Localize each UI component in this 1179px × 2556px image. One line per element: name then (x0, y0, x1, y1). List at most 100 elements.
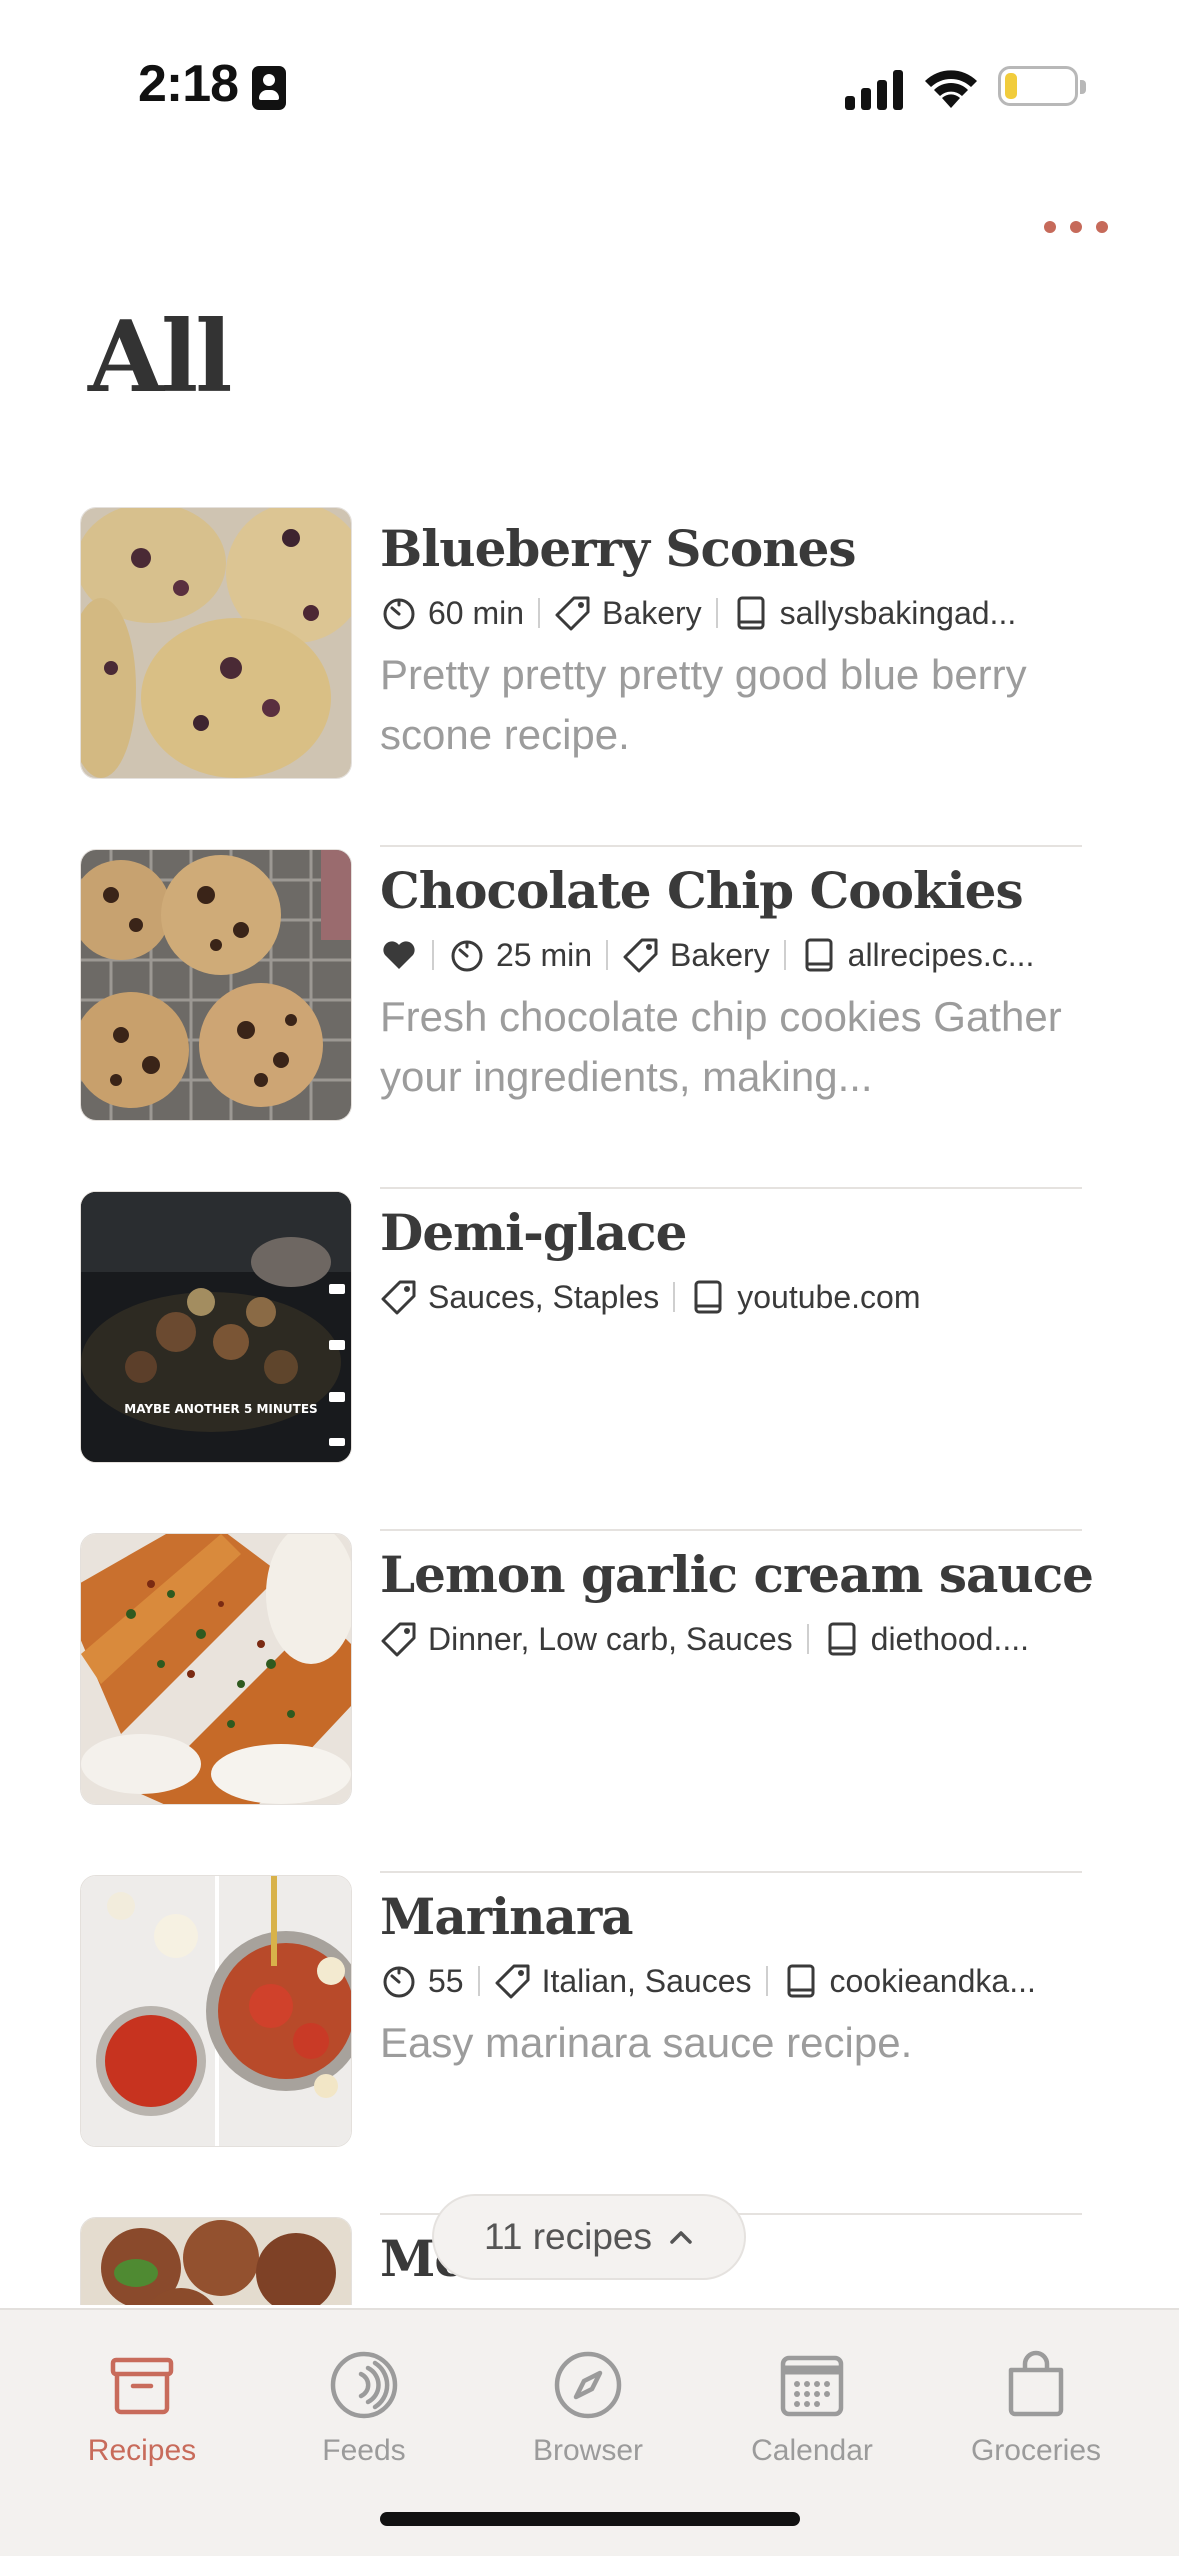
recipe-title: Demi-glace (380, 1203, 687, 1262)
home-indicator[interactable] (380, 2512, 800, 2526)
cellular-signal-icon (845, 66, 907, 110)
recipe-tags: Italian, Sauces (494, 1962, 752, 2000)
recipe-row[interactable]: Marinara 55 Italian, Sauces cookieandka.… (0, 1873, 1179, 2215)
meta-separator (765, 1966, 768, 1996)
recipe-thumbnail (80, 2217, 352, 2305)
recipe-count-pill[interactable]: 11 recipes (432, 2194, 746, 2280)
recipe-description: Fresh chocolate chip cookies Gather your… (380, 993, 1062, 1100)
dot-icon (1096, 221, 1108, 233)
recipe-source: sallysbakingad... (732, 594, 1017, 632)
recipe-tags-text: Bakery (602, 594, 702, 631)
recipe-row[interactable]: Lemon garlic cream sauce Dinner, Low car… (0, 1531, 1179, 1873)
timer-icon (383, 598, 415, 630)
recipe-source: youtube.com (689, 1278, 920, 1316)
recipe-thumbnail (80, 1875, 352, 2147)
recipe-meta: Dinner, Low carb, Sauces diethood.... (380, 1615, 1080, 1663)
meta-separator (477, 1966, 480, 1996)
meta-separator (783, 940, 786, 970)
recipe-description: Pretty pretty pretty good blue berry sco… (380, 651, 1027, 758)
tag-icon (623, 938, 658, 973)
recipe-info: Lemon garlic cream sauce Dinner, Low car… (380, 1539, 1094, 1663)
meta-separator (538, 598, 541, 628)
feeds-icon (330, 2351, 398, 2419)
tab-recipes[interactable]: Recipes (42, 2350, 242, 2468)
tab-browser[interactable]: Browser (488, 2350, 688, 2468)
tab-groceries[interactable]: Groceries (936, 2350, 1136, 2468)
recipe-list[interactable]: Blueberry Scones 60 min Bakery sallysbak… (0, 505, 1179, 2305)
tag-icon (381, 1622, 416, 1657)
heart-icon (383, 941, 415, 969)
meta-separator (432, 940, 434, 970)
meta-separator (606, 940, 609, 970)
recipe-source-text: diethood.... (870, 1620, 1029, 1657)
recipe-time-text: 55 (428, 1962, 464, 1999)
recipe-source: cookieandka... (782, 1962, 1036, 2000)
recipe-time: 55 (380, 1962, 464, 2000)
battery-cap (1080, 80, 1086, 94)
tab-calendar[interactable]: Calendar (712, 2350, 912, 2468)
recipe-source-text: allrecipes.c... (847, 936, 1035, 973)
recipe-row[interactable]: Blueberry Scones 60 min Bakery sallysbak… (0, 505, 1179, 847)
book-icon (805, 938, 833, 972)
calendar-icon (780, 2355, 844, 2417)
recipe-tags-text: Italian, Sauces (541, 1962, 752, 1999)
recipe-info: Chocolate Chip Cookies 25 min Bakery all… (380, 855, 1080, 1107)
status-time: 2:18 (138, 55, 239, 113)
dot-icon (1044, 221, 1056, 233)
recipe-tags: Bakery (622, 936, 770, 974)
recipe-meta: 25 min Bakery allrecipes.c... (380, 931, 1080, 979)
recipe-meta: 55 Italian, Sauces cookieandka... (380, 1957, 1080, 2005)
recipe-source-text: sallysbakingad... (779, 594, 1017, 631)
dot-icon (1070, 221, 1082, 233)
tab-label: Groceries (970, 2434, 1102, 2467)
meta-separator (806, 1624, 809, 1654)
wifi-icon (925, 70, 977, 108)
tag-icon (555, 596, 590, 631)
recipe-tags: Dinner, Low carb, Sauces (380, 1620, 793, 1658)
recipe-description: Easy marinara sauce recipe. (380, 2019, 913, 2066)
recipe-count-label: 11 recipes (484, 2216, 652, 2257)
tab-label: Feeds (322, 2434, 406, 2467)
recipe-thumbnail: MAYBE ANOTHER 5 MINUTES (80, 1191, 352, 1463)
tag-icon (495, 1964, 530, 1999)
recipe-info: Blueberry Scones 60 min Bakery sallysbak… (380, 513, 1080, 765)
recipe-tags: Bakery (554, 594, 702, 632)
tab-label: Browser (532, 2434, 644, 2467)
recipe-thumbnail (80, 1533, 352, 1805)
status-bar: 2:18 (0, 0, 1179, 150)
recipe-source: allrecipes.c... (800, 936, 1035, 974)
book-icon (737, 596, 765, 630)
battery-icon (998, 66, 1078, 106)
thumbnail-caption: MAYBE ANOTHER 5 MINUTES (124, 1402, 318, 1416)
recipe-time: 25 min (448, 936, 592, 974)
book-icon (828, 1622, 856, 1656)
recipe-time: 60 min (380, 594, 524, 632)
recipe-title: Chocolate Chip Cookies (380, 861, 1024, 920)
tab-label: Calendar (751, 2434, 873, 2467)
recipe-tags-text: Bakery (670, 936, 770, 973)
recipe-row[interactable]: Chocolate Chip Cookies 25 min Bakery all… (0, 847, 1179, 1189)
recipe-info: Demi-glace Sauces, Staples youtube.com (380, 1197, 1080, 1321)
tag-icon (381, 1280, 416, 1315)
recipe-meta: Sauces, Staples youtube.com (380, 1273, 1080, 1321)
contact-card-icon (252, 66, 286, 110)
recipe-row[interactable]: MAYBE ANOTHER 5 MINUTES Demi-glace Sauce… (0, 1189, 1179, 1531)
meta-separator (673, 1282, 676, 1312)
timer-icon (451, 940, 483, 972)
recipe-info: Marinara 55 Italian, Sauces cookieandka.… (380, 1881, 1080, 2073)
recipe-source-text: cookieandka... (829, 1962, 1036, 1999)
shopping-bag-icon (1008, 2350, 1064, 2417)
chevron-up-icon (670, 2231, 692, 2244)
recipe-time-text: 25 min (496, 936, 593, 973)
compass-icon (554, 2351, 622, 2419)
recipe-time-text: 60 min (428, 594, 525, 631)
timer-icon (383, 1966, 415, 1998)
recipe-title: Blueberry Scones (380, 519, 857, 578)
tab-label: Recipes (87, 2434, 197, 2467)
page-title: All (88, 300, 232, 415)
recipe-title: Lemon garlic cream sauce (380, 1545, 1094, 1604)
recipe-meta: 60 min Bakery sallysbakingad... (380, 589, 1080, 637)
more-options-button[interactable] (1044, 210, 1108, 244)
tab-feeds[interactable]: Feeds (264, 2350, 464, 2468)
recipe-title: Marinara (380, 1887, 634, 1946)
